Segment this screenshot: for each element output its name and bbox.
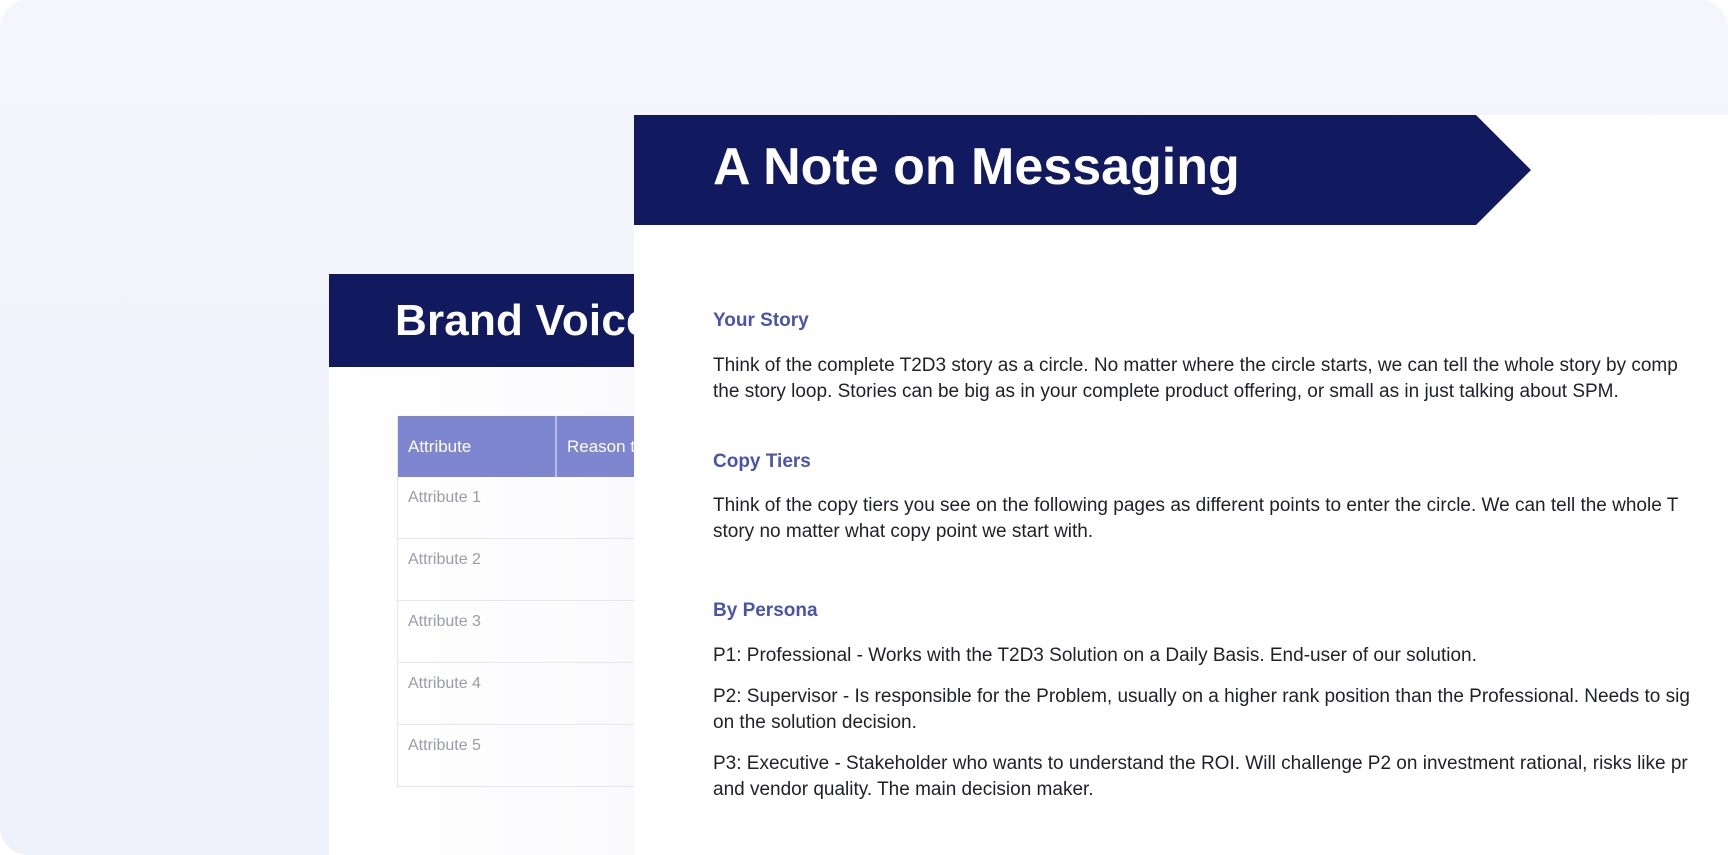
paragraph-p1: P1: Professional - Works with the T2D3 S… — [713, 645, 1477, 666]
attribute-cell: Attribute 2 — [408, 551, 481, 568]
attribute-cell: Attribute 4 — [408, 675, 481, 692]
messaging-title: A Note on Messaging — [713, 138, 1240, 196]
paragraph-p3: P3: Executive - Stakeholder who wants to… — [713, 753, 1688, 774]
header-attribute: Attribute — [398, 416, 557, 477]
messaging-banner: A Note on Messaging — [634, 115, 1531, 225]
attribute-cell: Attribute 5 — [408, 737, 481, 754]
section-heading-by-persona: By Persona — [713, 600, 818, 621]
paragraph-p3-cont: and vendor quality. The main decision ma… — [713, 779, 1094, 800]
brand-voice-title: Brand Voice — [395, 296, 651, 345]
section-heading-copy-tiers: Copy Tiers — [713, 451, 811, 472]
paragraph-p2-cont: on the solution decision. — [713, 712, 917, 733]
paragraph: story no matter what copy point we start… — [713, 521, 1094, 542]
attribute-cell: Attribute 3 — [408, 613, 481, 630]
paragraph: Think of the complete T2D3 story as a ci… — [713, 355, 1678, 376]
paragraph: the story loop. Stories can be big as in… — [713, 381, 1619, 402]
paragraph: Think of the copy tiers you see on the f… — [713, 495, 1679, 516]
page-background: Brand Voice Attribute Reason t Attribute… — [0, 0, 1728, 855]
attribute-cell: Attribute 1 — [408, 489, 481, 506]
section-heading-your-story: Your Story — [713, 310, 809, 331]
paragraph-p2: P2: Supervisor - Is responsible for the … — [713, 686, 1690, 707]
messaging-card: A Note on Messaging Your Story Think of … — [634, 115, 1728, 855]
